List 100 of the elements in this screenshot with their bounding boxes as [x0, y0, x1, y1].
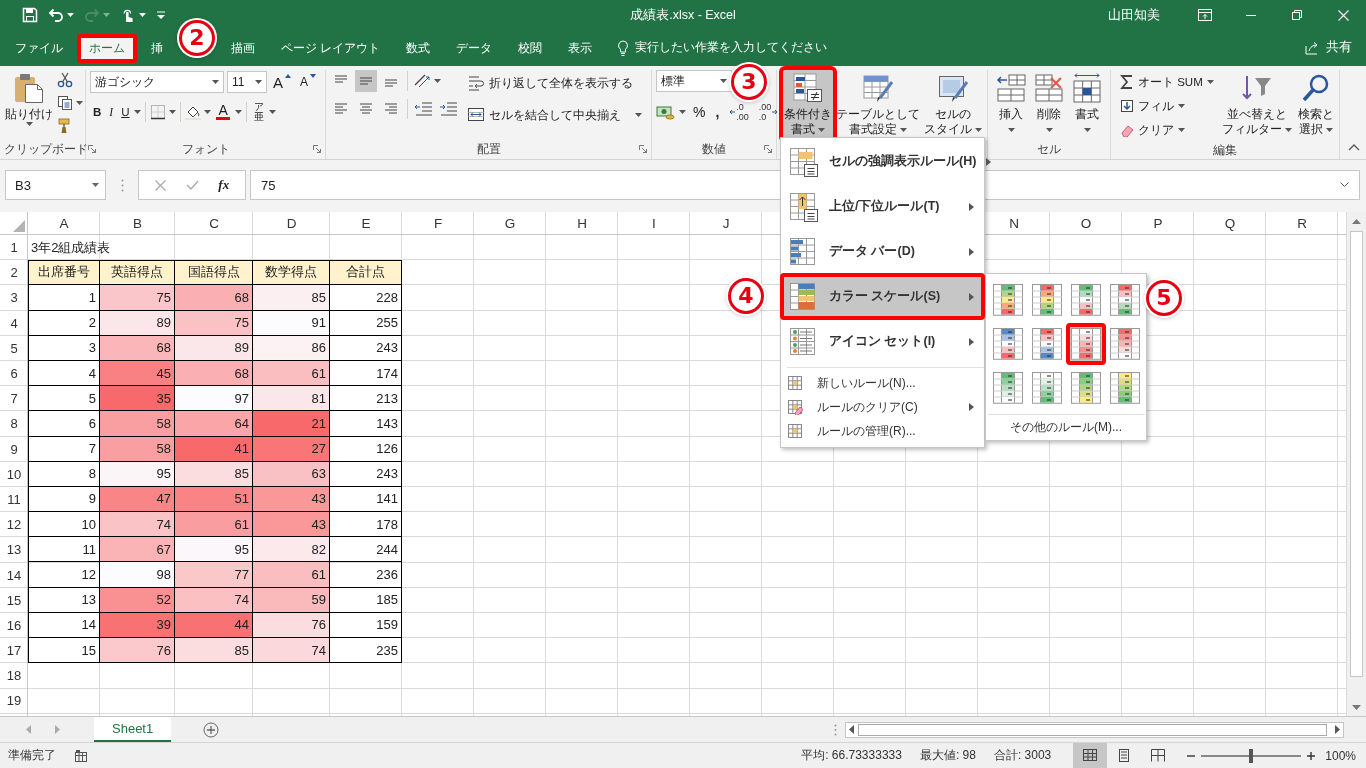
- find-select-button[interactable]: 検索と 選択: [1296, 70, 1335, 139]
- grow-font-button[interactable]: A: [270, 70, 294, 94]
- row-header[interactable]: 13: [6, 542, 22, 558]
- column-header[interactable]: N: [1009, 215, 1019, 231]
- scroll-right-icon[interactable]: [1335, 725, 1340, 734]
- check-icon[interactable]: [185, 180, 199, 190]
- column-header[interactable]: G: [504, 215, 516, 231]
- font-color-button[interactable]: A: [213, 100, 233, 124]
- column-header[interactable]: I: [652, 215, 656, 231]
- column-header[interactable]: P: [1153, 215, 1163, 231]
- row-header[interactable]: 10: [6, 466, 22, 482]
- ribbon-tab[interactable]: 表示: [556, 34, 605, 63]
- scroll-down-icon[interactable]: [1352, 705, 1361, 710]
- share-button[interactable]: 共有: [1304, 39, 1352, 56]
- column-header[interactable]: R: [1297, 215, 1307, 231]
- add-sheet-icon[interactable]: [203, 721, 220, 738]
- close-icon[interactable]: [1337, 9, 1349, 21]
- menu-item[interactable]: セルの強調表示ルール(H): [781, 139, 984, 184]
- expand-icon[interactable]: [1340, 182, 1349, 188]
- view-button[interactable]: [1073, 743, 1108, 768]
- ribbon-display-icon[interactable]: [1198, 9, 1212, 21]
- ribbon-tab[interactable]: 挿: [139, 34, 175, 63]
- undo-icon[interactable]: [48, 7, 64, 23]
- row-header[interactable]: 12: [6, 517, 22, 533]
- row-header[interactable]: 3: [10, 290, 18, 306]
- font-name-combo[interactable]: 游ゴシック: [90, 71, 224, 93]
- name-box[interactable]: B3: [5, 170, 106, 200]
- ribbon-tab[interactable]: 数式: [394, 34, 443, 63]
- ribbon-tab[interactable]: 描画: [219, 34, 267, 63]
- row-header[interactable]: 16: [6, 617, 22, 633]
- more-rules-item[interactable]: その他のルール(M)...: [988, 414, 1144, 440]
- row-header[interactable]: 6: [10, 366, 18, 382]
- scissors-icon[interactable]: [57, 72, 73, 88]
- menu-item[interactable]: ルールのクリア(C): [781, 395, 984, 419]
- vertical-scrollbar[interactable]: [1346, 212, 1366, 716]
- column-header[interactable]: F: [433, 215, 443, 231]
- insert-function-button[interactable]: fx: [218, 177, 230, 193]
- save-icon[interactable]: [22, 7, 38, 23]
- clear-button[interactable]: クリア: [1117, 118, 1217, 142]
- paste-button[interactable]: 貼り付け: [4, 70, 54, 128]
- menu-item[interactable]: 上位/下位ルール(T): [781, 184, 984, 229]
- dialog-launcher-icon[interactable]: [313, 145, 321, 153]
- ribbon-tab[interactable]: ホーム: [77, 34, 137, 63]
- menu-item[interactable]: カラー スケール(S): [781, 274, 984, 319]
- column-header[interactable]: C: [209, 215, 219, 231]
- row-header[interactable]: 14: [6, 567, 22, 583]
- row-header[interactable]: 17: [6, 643, 22, 659]
- dialog-launcher-icon[interactable]: [639, 145, 647, 153]
- customize-icon[interactable]: [156, 10, 166, 20]
- autosum-button[interactable]: オート SUM: [1117, 70, 1217, 94]
- cancel-icon[interactable]: [154, 179, 166, 191]
- italic-button[interactable]: I: [106, 100, 117, 124]
- merge-center-button[interactable]: セルを結合して中央揃え: [464, 103, 645, 127]
- minimize-icon[interactable]: [1246, 14, 1256, 16]
- column-header[interactable]: A: [59, 215, 69, 231]
- bold-button[interactable]: B: [90, 100, 105, 124]
- horizontal-scrollbar[interactable]: [845, 721, 1344, 738]
- scroll-left-icon[interactable]: [849, 725, 854, 734]
- ribbon-tab[interactable]: 校閲: [506, 34, 555, 63]
- decrease-decimal-button[interactable]: .00 .0: [755, 100, 782, 124]
- wrap-text-button[interactable]: 折り返して全体を表示する: [464, 71, 645, 95]
- column-header[interactable]: O: [1080, 215, 1092, 231]
- number-format-combo[interactable]: 標準: [656, 70, 732, 92]
- menu-item[interactable]: アイコン セット(I): [781, 319, 984, 364]
- scroll-up-icon[interactable]: [1352, 219, 1361, 224]
- sheet-tab[interactable]: Sheet1: [94, 717, 172, 742]
- font-size-combo[interactable]: 11: [227, 71, 267, 93]
- fill-button[interactable]: フィル: [1117, 94, 1217, 118]
- macro-record-icon[interactable]: [74, 748, 88, 763]
- border-icon[interactable]: [150, 104, 167, 120]
- zoom-level[interactable]: 100%: [1325, 748, 1356, 763]
- row-header[interactable]: 18: [6, 668, 22, 684]
- format-painter-icon[interactable]: [57, 118, 73, 134]
- row-header[interactable]: 19: [6, 693, 22, 709]
- row-header[interactable]: 15: [6, 592, 22, 608]
- dialog-launcher-icon[interactable]: [88, 145, 96, 153]
- row-header[interactable]: 9: [10, 441, 18, 457]
- currency-icon[interactable]: [656, 104, 676, 120]
- restore-icon[interactable]: [1292, 10, 1302, 20]
- zoom-in-icon[interactable]: [1307, 751, 1316, 760]
- orientation-icon[interactable]: [413, 73, 431, 89]
- row-header[interactable]: 7: [10, 391, 18, 407]
- column-header[interactable]: Q: [1224, 215, 1236, 231]
- tell-me-search[interactable]: 実行したい作業を入力してください: [617, 39, 828, 56]
- row-header[interactable]: 8: [10, 416, 18, 432]
- copy-icon[interactable]: [57, 95, 73, 111]
- ribbon-tab[interactable]: ページ レイアウト: [269, 34, 393, 63]
- cells-button[interactable]: 書式: [1070, 70, 1104, 134]
- fill-bucket-icon[interactable]: [185, 104, 202, 120]
- column-header[interactable]: B: [133, 215, 142, 231]
- column-header[interactable]: E: [361, 215, 371, 231]
- cells-button[interactable]: 挿入: [994, 70, 1028, 134]
- percent-button[interactable]: %: [690, 100, 709, 124]
- zoom-slider-thumb[interactable]: [1249, 748, 1254, 763]
- column-header[interactable]: D: [286, 215, 297, 231]
- row-header[interactable]: 1: [10, 240, 18, 256]
- menu-item[interactable]: データ バー(D): [781, 229, 984, 274]
- comma-button[interactable]: ,: [712, 100, 723, 124]
- style-button[interactable]: テーブルとして 書式設定: [835, 70, 921, 139]
- column-header[interactable]: J: [722, 215, 730, 231]
